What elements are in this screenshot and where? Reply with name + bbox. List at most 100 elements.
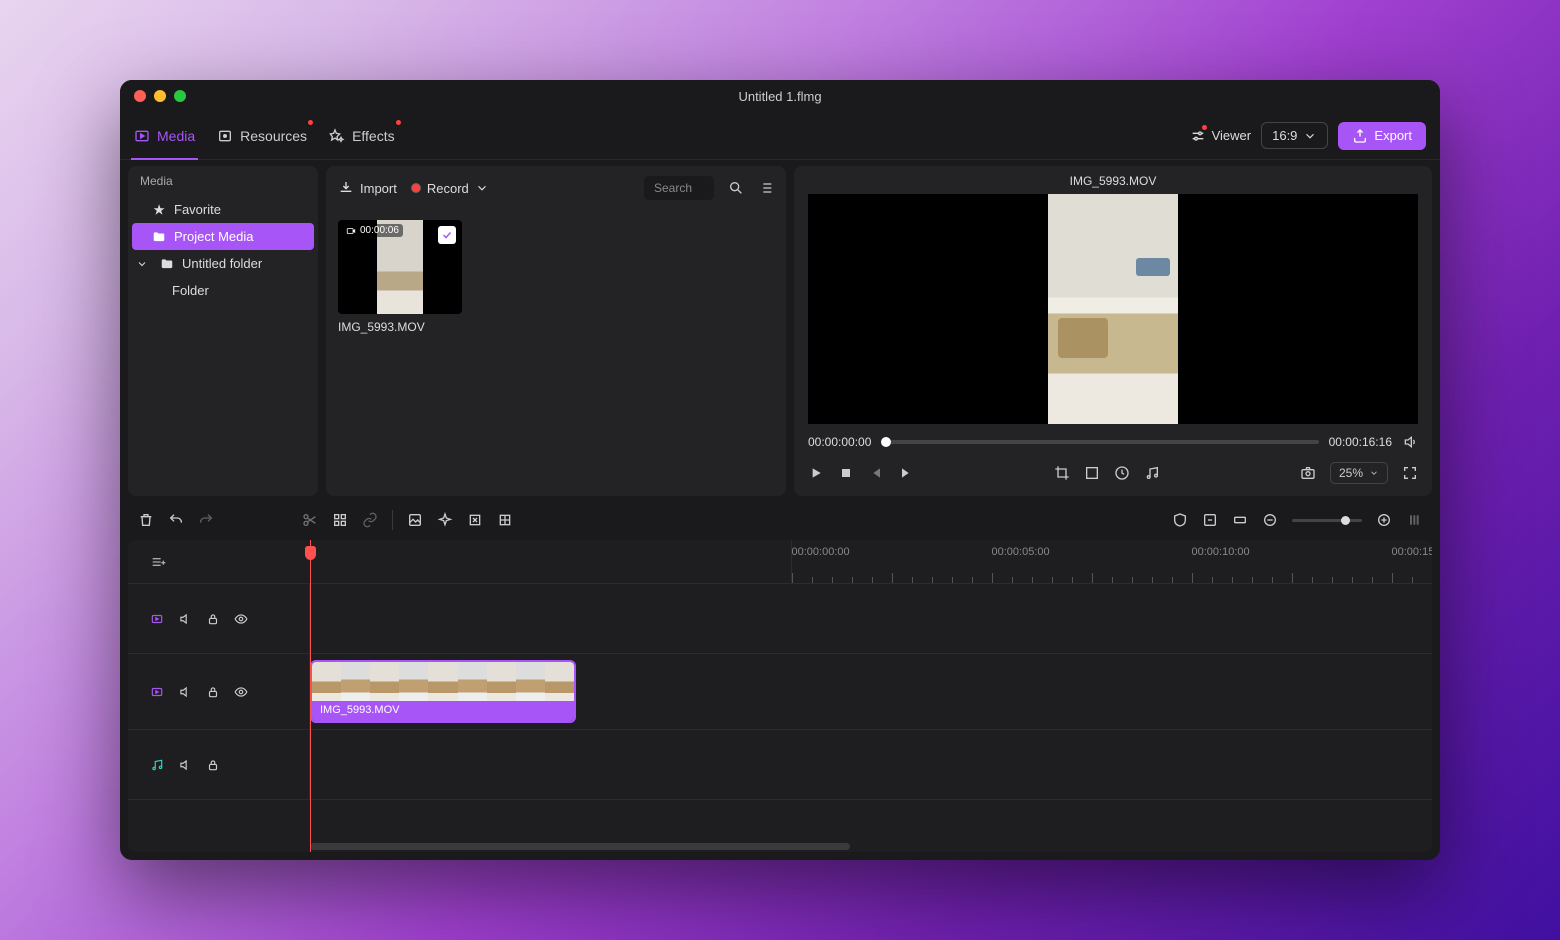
viewer-button[interactable]: Viewer <box>1190 128 1252 144</box>
media-item[interactable]: 00:00:06 IMG_5993.MOV <box>338 220 462 334</box>
sidebar-item-folder[interactable]: Folder <box>128 277 318 304</box>
zoom-slider[interactable] <box>1292 519 1362 522</box>
step-forward-icon <box>898 465 914 481</box>
sidebar-item-project-media[interactable]: Project Media <box>132 223 314 250</box>
resources-icon <box>217 128 233 144</box>
transform-icon <box>497 512 513 528</box>
track-type-button[interactable] <box>150 612 164 626</box>
track-mute-button[interactable] <box>178 612 192 626</box>
audio-button[interactable] <box>1144 465 1160 481</box>
tab-media[interactable]: Media <box>134 112 195 160</box>
zoom-in-button[interactable] <box>1376 512 1392 528</box>
minimize-window-button[interactable] <box>154 90 166 102</box>
effects-timeline-button[interactable] <box>437 512 453 528</box>
track-row-video: IMG_5993.MOV <box>128 654 1432 730</box>
undo-button[interactable] <box>168 512 184 528</box>
viewer-panel: IMG_5993.MOV 00:00:00:00 00:00:16:16 <box>794 166 1432 496</box>
track-lock-button[interactable] <box>206 758 220 772</box>
redo-button[interactable] <box>198 512 214 528</box>
sidebar-item-favorite[interactable]: Favorite <box>128 196 318 223</box>
volume-icon <box>178 612 192 626</box>
sidebar-item-untitled-folder[interactable]: Untitled folder <box>128 250 318 277</box>
maximize-window-button[interactable] <box>174 90 186 102</box>
search-button[interactable] <box>728 180 744 196</box>
track-visibility-button[interactable] <box>234 612 248 626</box>
app-window: Untitled 1.flmg Media Resources Effects <box>120 80 1440 860</box>
split-button[interactable] <box>302 512 318 528</box>
search-input[interactable]: Search <box>644 176 714 200</box>
track-visibility-button[interactable] <box>234 685 248 699</box>
crop-button[interactable] <box>1054 465 1070 481</box>
ruler-label: 00:00:15:00 <box>1392 546 1433 558</box>
zoom-slider-handle[interactable] <box>1341 516 1350 525</box>
timeline-clip[interactable]: IMG_5993.MOV <box>310 660 576 723</box>
import-button[interactable]: Import <box>338 180 397 196</box>
notification-dot-icon <box>396 120 401 125</box>
track-head <box>128 584 310 653</box>
video-track-icon <box>150 685 164 699</box>
track-lock-button[interactable] <box>206 685 220 699</box>
preview-video[interactable] <box>808 194 1418 424</box>
snap-button[interactable] <box>1172 512 1188 528</box>
scrub-handle[interactable] <box>881 437 891 447</box>
timeline-scrollbar[interactable] <box>310 843 850 850</box>
track-lock-button[interactable] <box>206 612 220 626</box>
add-track-button[interactable] <box>128 540 792 583</box>
picture-icon <box>407 512 423 528</box>
aspect-ratio-dropdown[interactable]: 16:9 <box>1261 122 1328 149</box>
traffic-lights <box>120 90 186 102</box>
fullscreen-button[interactable] <box>1402 465 1418 481</box>
export-label: Export <box>1374 128 1412 143</box>
zoom-to-fit-button[interactable] <box>1232 512 1248 528</box>
export-button[interactable]: Export <box>1338 122 1426 150</box>
timeline-toolbar <box>128 500 1432 540</box>
link-button[interactable] <box>362 512 378 528</box>
timeline-options-button[interactable] <box>1406 512 1422 528</box>
zoom-dropdown[interactable]: 25% <box>1330 462 1388 484</box>
play-button[interactable] <box>808 465 824 481</box>
prev-frame-button[interactable] <box>868 465 884 481</box>
track-type-button[interactable] <box>150 758 164 772</box>
track-row-overlay <box>128 584 1432 654</box>
sidebar-item-label: Favorite <box>174 202 221 217</box>
notification-dot-icon <box>1202 125 1207 130</box>
track-lane[interactable]: IMG_5993.MOV <box>310 654 1432 729</box>
marker-button[interactable] <box>407 512 423 528</box>
sidebar-header: Media <box>128 166 318 196</box>
scrub-track[interactable] <box>881 440 1318 444</box>
speed-button[interactable] <box>1114 465 1130 481</box>
grid-button[interactable] <box>332 512 348 528</box>
total-time: 00:00:16:16 <box>1329 435 1392 449</box>
delete-button[interactable] <box>138 512 154 528</box>
zoom-out-button[interactable] <box>1262 512 1278 528</box>
lock-icon <box>206 685 220 699</box>
chevron-down-icon <box>475 181 489 195</box>
snapshot-button[interactable] <box>1300 465 1316 481</box>
expand-button[interactable] <box>467 512 483 528</box>
sparkle-icon <box>437 512 453 528</box>
list-view-button[interactable] <box>758 180 774 196</box>
volume-button[interactable] <box>1402 434 1418 450</box>
star-icon <box>152 203 166 217</box>
track-lane[interactable] <box>310 584 1432 653</box>
track-lane[interactable] <box>310 730 1432 799</box>
track-type-button[interactable] <box>150 685 164 699</box>
next-frame-button[interactable] <box>898 465 914 481</box>
stop-button[interactable] <box>838 465 854 481</box>
tab-effects[interactable]: Effects <box>329 112 395 160</box>
tab-effects-label: Effects <box>352 128 395 144</box>
record-button[interactable]: Record <box>411 181 489 196</box>
time-ruler[interactable]: 00:00:00:00 00:00:05:00 00:00:10:00 00:0… <box>792 540 1433 583</box>
track-mute-button[interactable] <box>178 685 192 699</box>
duration-text: 00:00:06 <box>360 225 399 236</box>
tab-resources[interactable]: Resources <box>217 112 307 160</box>
playhead[interactable] <box>310 540 311 852</box>
close-window-button[interactable] <box>134 90 146 102</box>
transform-button[interactable] <box>497 512 513 528</box>
frame-button[interactable] <box>1084 465 1100 481</box>
fit-button[interactable] <box>1202 512 1218 528</box>
track-mute-button[interactable] <box>178 758 192 772</box>
zoom-value: 25% <box>1339 466 1363 480</box>
folder-icon <box>152 230 166 244</box>
chevron-down-icon <box>136 257 148 271</box>
